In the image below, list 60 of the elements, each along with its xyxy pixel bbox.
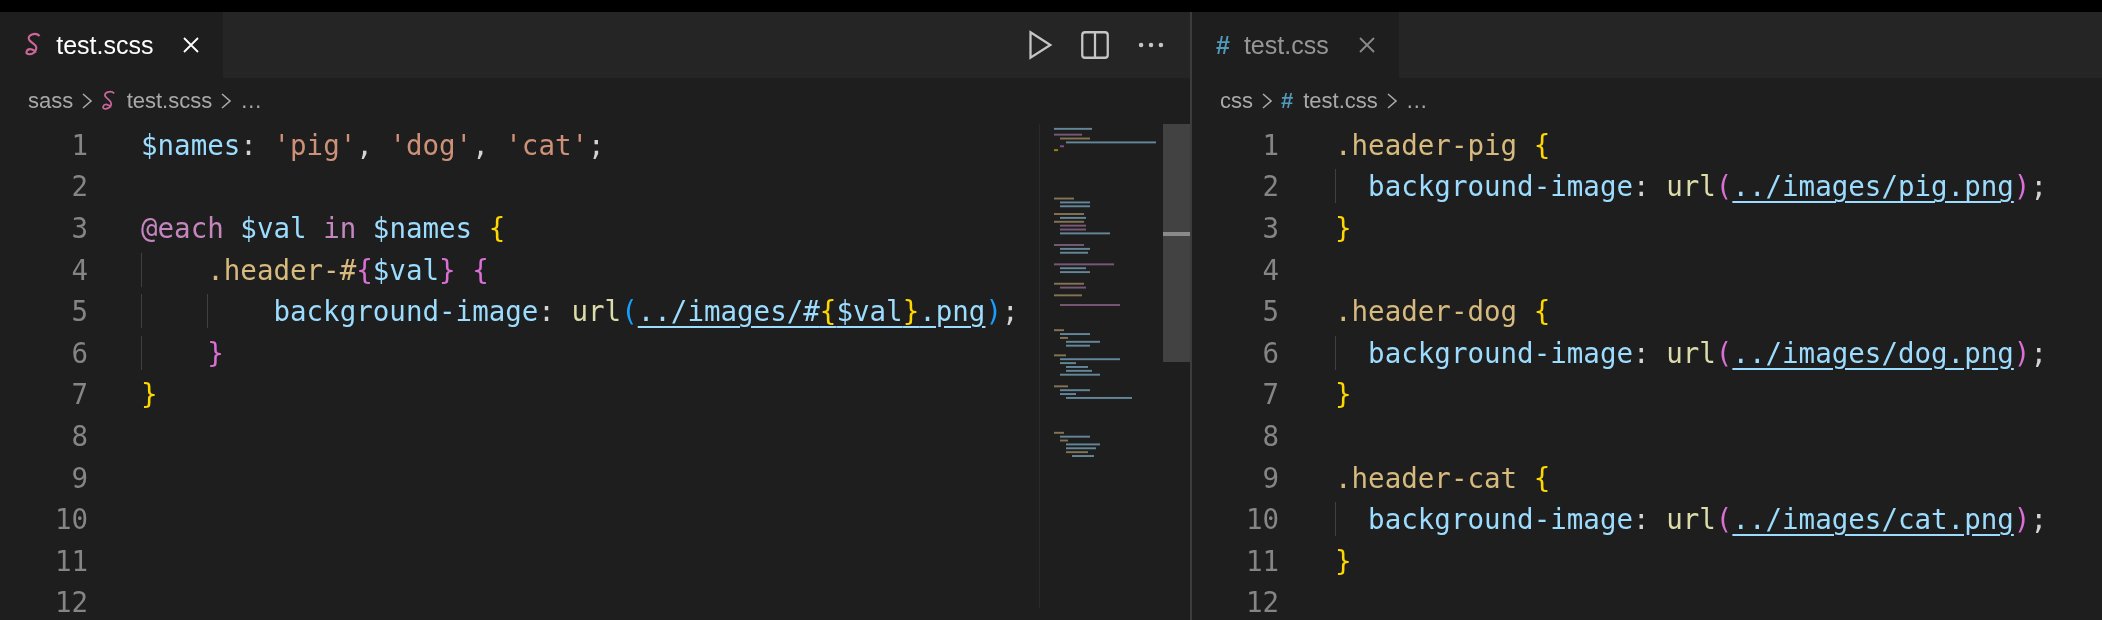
line-number: 5 — [70, 295, 88, 328]
code-line: } — [141, 336, 224, 369]
breadcrumb-item[interactable]: css — [1220, 88, 1253, 114]
tab-label: test.css — [1243, 30, 1329, 60]
chevron-icon — [220, 91, 233, 111]
line-number: 11 — [53, 544, 88, 577]
file-type-icon — [101, 90, 117, 112]
line-number: 10 — [53, 503, 88, 536]
code-line: } — [1335, 212, 1352, 244]
code-line: } — [141, 378, 158, 411]
chevron-icon — [1261, 91, 1273, 111]
breadcrumb-item[interactable]: test.css — [1303, 88, 1378, 114]
line-number: 1 — [1261, 128, 1279, 161]
chevron-icon — [1385, 91, 1398, 111]
line-number: 9 — [70, 461, 88, 494]
line-number: 2 — [1261, 170, 1279, 203]
hash-icon: # — [1281, 88, 1294, 114]
hash-icon: # — [1216, 30, 1230, 60]
line-number: 7 — [70, 378, 88, 411]
code-line: .header-cat { — [1335, 461, 1551, 494]
code-line: background-image: url(../images/pig.png); — [1335, 170, 2047, 203]
line-number: 3 — [70, 212, 88, 244]
line-number: 12 — [1244, 586, 1279, 619]
tab-label: test.scss — [56, 30, 154, 60]
line-number: 4 — [70, 253, 88, 286]
breadcrumb-item[interactable]: … — [240, 88, 263, 114]
line-number: 5 — [1261, 295, 1279, 328]
code-line: background-image: url(../images/dog.png); — [1335, 336, 2047, 369]
code-line: @each $val in $names { — [141, 212, 506, 244]
line-number: 9 — [1261, 461, 1279, 494]
code-line: $names: 'pig', 'dog', 'cat'; — [141, 128, 605, 161]
line-number: 7 — [1261, 378, 1279, 411]
breadcrumb-item[interactable]: test.scss — [126, 88, 213, 114]
close-icon[interactable] — [181, 35, 202, 55]
line-number: 4 — [1261, 253, 1279, 286]
code-line: background-image: url(../images/cat.png); — [1335, 503, 2047, 536]
line-number: 11 — [1244, 544, 1279, 577]
chevron-icon — [81, 91, 94, 111]
editor-tab[interactable]: test.scss — [0, 12, 224, 78]
line-number: 6 — [70, 336, 88, 369]
line-number: 10 — [1244, 503, 1279, 536]
split-editor-icon[interactable] — [1078, 28, 1112, 62]
line-number: 6 — [1261, 336, 1279, 369]
scrollbar-thumb[interactable] — [1163, 124, 1190, 362]
code-line: .header-#{$val} { — [141, 253, 489, 286]
line-number: 12 — [53, 586, 88, 619]
code-line: } — [1335, 378, 1352, 411]
editor-tab[interactable]: # test.css — [1192, 12, 1399, 78]
file-type-icon — [24, 32, 43, 58]
code-line: .header-dog { — [1335, 295, 1551, 328]
line-number: 8 — [70, 419, 88, 452]
breadcrumb-item[interactable]: sass — [28, 88, 74, 114]
line-number: 3 — [1261, 212, 1279, 244]
code-line: background-image: url(../images/#{$val}.png); — [141, 295, 1019, 328]
line-number: 1 — [70, 128, 88, 161]
breadcrumb-item[interactable]: … — [1405, 88, 1428, 114]
code-line: } — [1335, 544, 1352, 577]
line-number: 8 — [1261, 419, 1279, 452]
line-number: 2 — [70, 170, 88, 203]
code-line: .header-pig { — [1335, 128, 1551, 161]
